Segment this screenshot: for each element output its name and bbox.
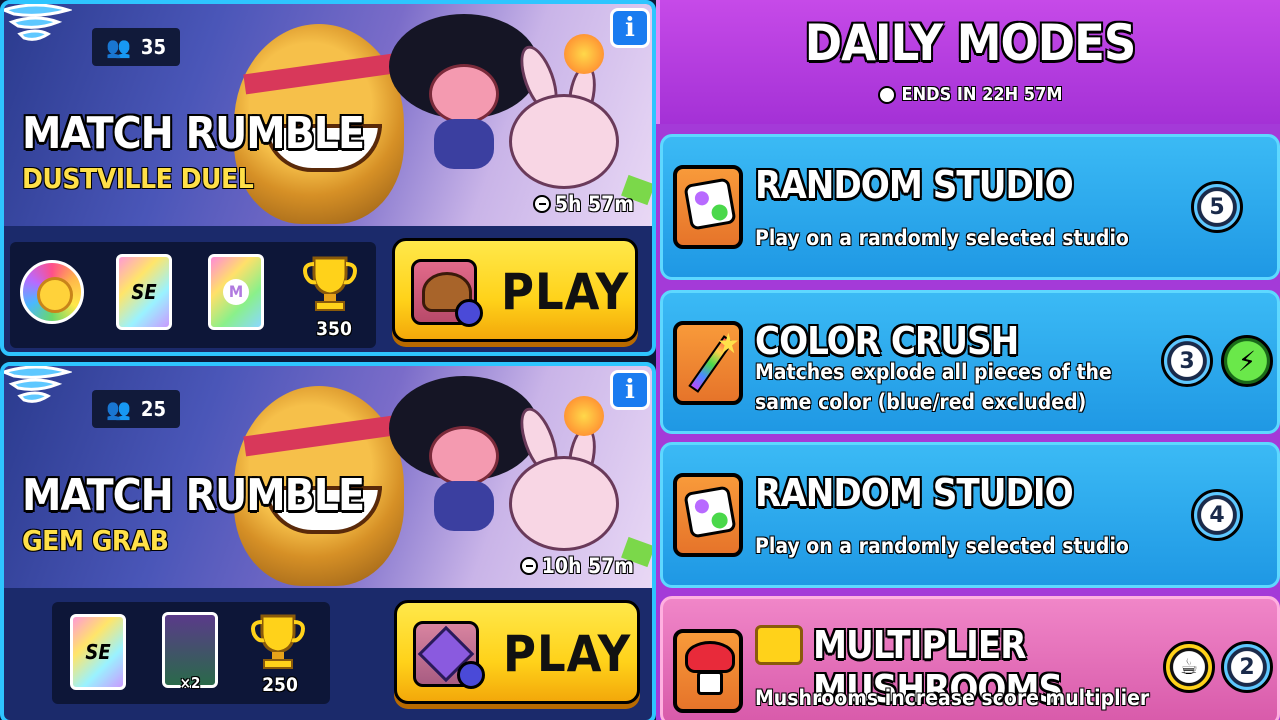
- mode-name: RANDOM STUDIO: [755, 471, 1074, 515]
- timer-text: 5h 57m: [554, 192, 634, 216]
- swap-icon: [455, 299, 483, 327]
- pig-body: [434, 119, 494, 169]
- event-timer: 5h 57m: [532, 192, 634, 216]
- m-card-reward: M: [208, 254, 264, 330]
- rocket-icon: [564, 34, 604, 74]
- mode-desc: Play on a randomly selected studio: [755, 534, 1129, 558]
- mode-desc: Play on a randomly selected studio: [755, 226, 1129, 250]
- se-card-reward: SE: [70, 614, 126, 690]
- mode-counter: 2: [1221, 641, 1273, 693]
- mode-color-crush[interactable]: ★ COLOR CRUSH Matches explode all pieces…: [660, 290, 1280, 434]
- daily-modes-header: DAILY MODES ENDS IN 22H 57M: [656, 0, 1280, 124]
- bunny-character: [509, 94, 619, 189]
- trophy-icon: [303, 256, 357, 311]
- player-count-badge: 👥 25: [92, 390, 180, 428]
- event-card-gem-grab: 👥 25 i MATCH RUMBLE GEM GRAB 10h 57m SE …: [0, 362, 656, 720]
- player-count: 25: [140, 397, 166, 421]
- tornado-icon: [4, 366, 72, 403]
- event-subtitle: DUSTVILLE DUEL: [22, 162, 254, 195]
- play-button[interactable]: PLAY: [394, 600, 640, 704]
- mode-random-studio[interactable]: RANDOM STUDIO Play on a randomly selecte…: [660, 442, 1280, 588]
- mode-counter: 5: [1191, 181, 1243, 233]
- tornado-icon: [4, 4, 72, 41]
- mode-name: RANDOM STUDIO: [755, 163, 1074, 207]
- event-timer: 10h 57m: [519, 554, 634, 578]
- mode-counter: 4: [1191, 489, 1243, 541]
- pack-count: ×2: [179, 674, 201, 692]
- dice-icon: [673, 473, 743, 557]
- daily-modes-panel: DAILY MODES ENDS IN 22H 57M RANDOM STUDI…: [656, 0, 1280, 720]
- mug-icon: ☕: [1163, 641, 1215, 693]
- daily-modes-ends: ENDS IN 22H 57M: [660, 84, 1280, 105]
- trophy-count: 250: [262, 674, 298, 696]
- event-card-dustville-duel: 👥 35 i MATCH RUMBLE DUSTVILLE DUEL 5h 57…: [0, 0, 656, 356]
- timer-text: 10h 57m: [541, 554, 634, 578]
- mode-counter: 3: [1161, 335, 1213, 387]
- trophy-count: 350: [316, 318, 352, 340]
- daily-modes-title: DAILY MODES: [804, 14, 1136, 72]
- players-icon: 👥: [106, 35, 131, 59]
- mode-desc: Matches explode all pieces of the same c…: [755, 360, 1112, 414]
- play-label: PLAY: [501, 263, 630, 321]
- ends-text: ENDS IN 22H 57M: [901, 84, 1063, 105]
- magic-wand-icon: ★: [673, 321, 743, 405]
- color-wheel-reward-icon: [20, 260, 84, 324]
- gold-badge-icon: [755, 625, 803, 665]
- mushroom-icon: [673, 629, 743, 713]
- play-button[interactable]: PLAY: [392, 238, 638, 342]
- pig-character: [429, 426, 499, 486]
- rocket-icon: [564, 396, 604, 436]
- mode-desc: Mushrooms increase score multiplier: [755, 686, 1150, 710]
- clock-icon: [532, 195, 551, 213]
- lightning-icon: ⚡: [1221, 335, 1273, 387]
- dice-icon: [673, 165, 743, 249]
- clock-icon: [519, 557, 538, 575]
- event-title: MATCH RUMBLE: [22, 108, 365, 159]
- rainbow-icon: [457, 661, 485, 689]
- player-count: 35: [140, 35, 166, 59]
- bunny-character: [509, 456, 619, 551]
- event-title: MATCH RUMBLE: [22, 470, 365, 521]
- event-subtitle: GEM GRAB: [22, 524, 169, 557]
- player-count-badge: 👥 35: [92, 28, 180, 66]
- mode-random-studio[interactable]: RANDOM STUDIO Play on a randomly selecte…: [660, 134, 1280, 280]
- rewards-panel: SE M 350: [10, 242, 376, 348]
- se-card-reward: SE: [116, 254, 172, 330]
- players-icon: 👥: [106, 397, 131, 421]
- trophy-icon: [251, 614, 305, 669]
- mode-multiplier-mushrooms[interactable]: MULTIPLIER MUSHROOMS Mushrooms increase …: [660, 596, 1280, 720]
- info-button[interactable]: i: [610, 8, 650, 48]
- clock-icon: [877, 85, 896, 104]
- rewards-panel: SE ×2 250: [52, 602, 330, 704]
- pig-character: [429, 64, 499, 124]
- info-button[interactable]: i: [610, 370, 650, 410]
- play-label: PLAY: [503, 625, 632, 683]
- pig-body: [434, 481, 494, 531]
